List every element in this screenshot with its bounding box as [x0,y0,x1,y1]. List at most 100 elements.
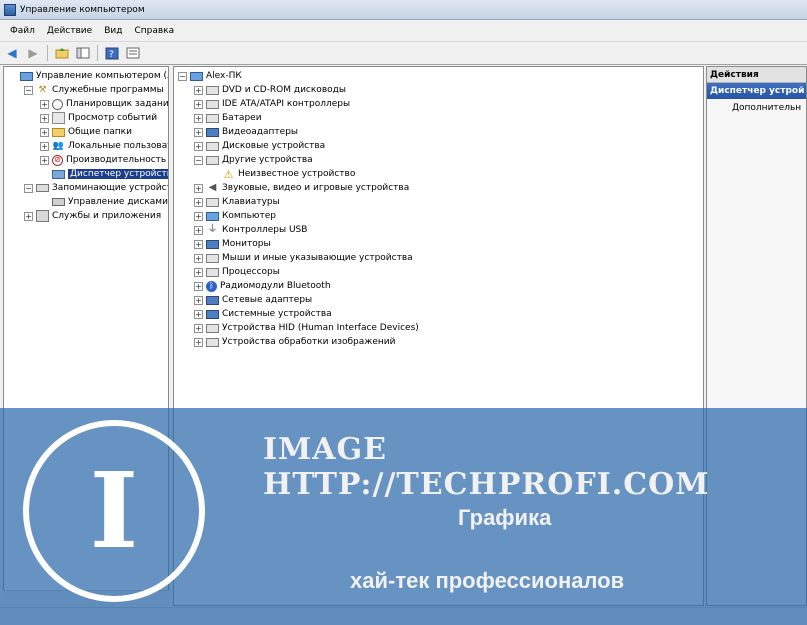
folder-icon [52,127,65,137]
watermark-url: IMAGE HTTP://TECHPROFI.COM [263,432,710,502]
console-tree-item-label: Просмотр событий [68,113,158,123]
console-tree-item-label: Служебные программы [52,85,164,95]
expand-toggle[interactable]: + [194,183,203,193]
computer-management-icon [4,3,16,16]
device-category[interactable]: + ◀ Звуковые, видео и игровые устройства [174,181,703,195]
expand-toggle[interactable]: + [194,281,203,291]
processor-icon [206,267,219,277]
device-tree-root[interactable]: − Alex-ПК [174,69,703,83]
device-category[interactable]: + Мыши и иные указывающие устройства [174,251,703,265]
device-category-label: Звуковые, видео и игровые устройства [222,183,410,193]
console-tree-item-label: Службы и приложения [52,211,162,221]
expand-toggle[interactable]: + [40,113,49,123]
device-category[interactable]: ⚠ Неизвестное устройство [174,167,703,181]
menu-view[interactable]: Вид [98,26,128,36]
expand-toggle[interactable]: + [194,127,203,137]
console-tree-item[interactable]: Управление дисками [4,195,168,209]
device-category-label: Контроллеры USB [222,225,308,235]
event-log-icon [52,112,65,124]
console-tree-item[interactable]: + Планировщик заданий [4,97,168,111]
device-category[interactable]: + Дисковые устройства [174,139,703,153]
expand-toggle[interactable]: + [194,309,203,319]
device-category-label: Неизвестное устройство [238,169,356,179]
network-adapter-icon [206,295,219,305]
console-tree-item[interactable]: +👥Локальные пользовател [4,139,168,153]
device-category[interactable]: + ᛒ Радиомодули Bluetooth [174,279,703,293]
device-category[interactable]: + Сетевые адаптеры [174,293,703,307]
back-arrow-icon[interactable]: ◀ [3,44,21,62]
collapse-toggle[interactable]: − [24,183,33,193]
console-tree-item[interactable]: + Службы и приложения [4,209,168,223]
forward-arrow-icon[interactable]: ▶ [24,44,42,62]
device-category[interactable]: + Устройства обработки изображений [174,335,703,349]
device-category-label: Компьютер [222,211,276,221]
expand-toggle[interactable]: + [194,225,203,235]
expand-toggle[interactable]: + [40,155,49,165]
console-tree-item-label: Локальные пользовател [68,141,168,151]
watermark-caption-line1: Графика [458,505,552,530]
expand-toggle[interactable]: + [194,141,203,151]
device-category[interactable]: + Устройства HID (Human Interface Devices… [174,321,703,335]
console-tree-item[interactable]: + ⊘ Производительность [4,153,168,167]
expand-toggle[interactable]: + [194,85,203,95]
help-icon[interactable]: ? [103,44,121,62]
display-adapter-icon [206,127,219,137]
device-category[interactable]: + Клавиатуры [174,195,703,209]
device-category[interactable]: + DVD и CD-ROM дисководы [174,83,703,97]
device-category[interactable]: + IDE ATA/ATAPI контроллеры [174,97,703,111]
expand-toggle[interactable]: + [40,141,49,151]
expand-toggle[interactable]: + [194,113,203,123]
console-tree-item[interactable]: Диспетчер устройств [4,167,168,181]
console-tree-item[interactable]: + Просмотр событий [4,111,168,125]
device-category[interactable]: + Батареи [174,111,703,125]
device-category[interactable]: + Системные устройства [174,307,703,321]
computer-icon [20,71,33,81]
more-actions-link[interactable]: Дополнительн [707,99,806,117]
watermark-logo-icon: I [23,420,205,602]
up-folder-icon[interactable] [53,44,71,62]
console-tree-item[interactable]: − Запоминающие устройства [4,181,168,195]
watermark-logo-letter: I [90,449,139,572]
other-devices-icon [206,155,219,165]
device-category[interactable]: + Компьютер [174,209,703,223]
expand-toggle[interactable]: + [194,197,203,207]
console-tree: Управление компьютером (лока−⚒Служебные … [4,67,168,223]
menu-file[interactable]: Файл [4,26,41,36]
expand-toggle[interactable]: + [40,127,49,137]
expand-toggle[interactable]: + [194,99,203,109]
expand-toggle[interactable]: + [194,295,203,305]
device-category-label: Мыши и иные указывающие устройства [222,253,413,263]
device-category[interactable]: − Другие устройства [174,153,703,167]
expand-toggle[interactable]: + [194,267,203,277]
actions-section-title[interactable]: Диспетчер устрой [707,83,806,99]
device-category[interactable]: + Процессоры [174,265,703,279]
expand-toggle[interactable]: + [40,99,49,109]
expand-toggle[interactable]: + [24,211,33,221]
console-tree-item[interactable]: + Общие папки [4,125,168,139]
disk-drive-icon [206,141,219,151]
show-hide-tree-icon[interactable] [74,44,92,62]
collapse-toggle[interactable]: − [24,85,33,95]
collapse-toggle[interactable]: − [178,71,187,81]
expand-toggle[interactable]: + [194,239,203,249]
expand-toggle[interactable]: + [194,211,203,221]
console-tree-item-label: Диспетчер устройств [68,169,168,179]
console-tree-item[interactable]: − ⚒ Служебные программы [4,83,168,97]
keyboard-icon [206,197,219,207]
collapse-toggle[interactable]: − [194,155,203,165]
expand-toggle[interactable]: + [194,253,203,263]
computer-icon [206,211,219,221]
menu-help[interactable]: Справка [128,26,180,36]
expand-toggle[interactable]: + [194,323,203,333]
properties-icon[interactable] [124,44,142,62]
device-category[interactable]: + ⏚ Контроллеры USB [174,223,703,237]
expand-toggle[interactable]: + [194,337,203,347]
console-tree-item[interactable]: Управление компьютером (лока [4,69,168,83]
ide-controller-icon [206,99,219,109]
storage-icon [36,184,49,192]
device-category[interactable]: + Видеоадаптеры [174,125,703,139]
device-category[interactable]: + Мониторы [174,237,703,251]
tools-icon: ⚒ [38,84,47,95]
disk-icon [52,198,65,206]
menu-action[interactable]: Действие [41,26,98,36]
